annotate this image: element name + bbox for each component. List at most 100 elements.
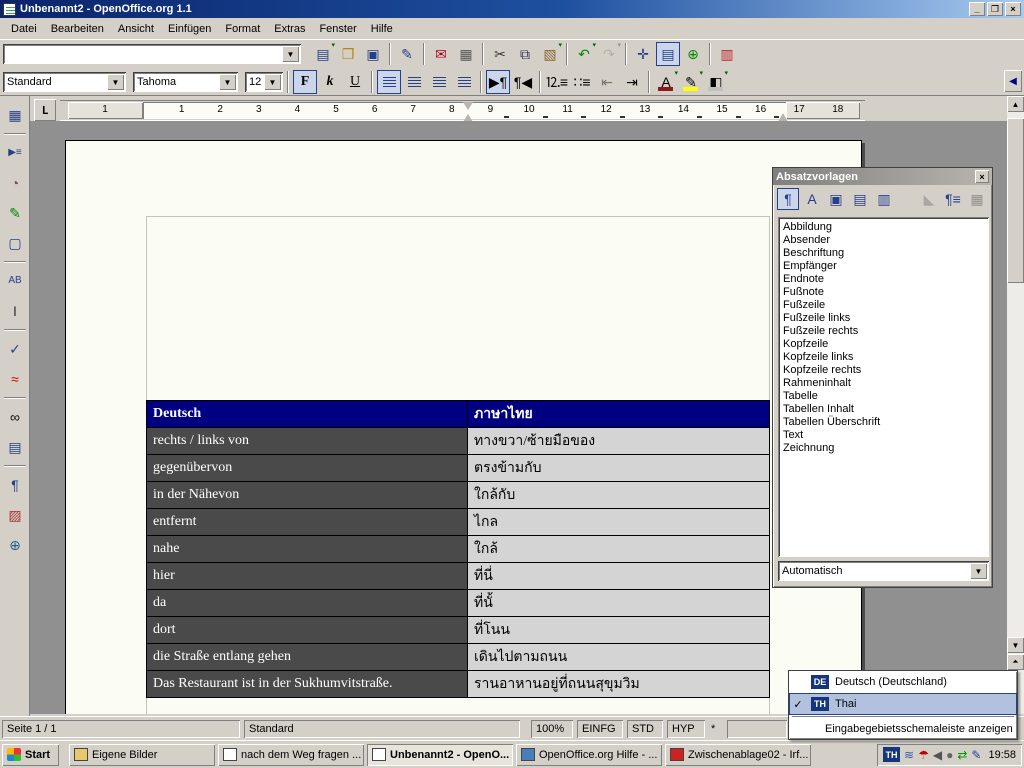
openoffice-quickstart-icon[interactable]: ≋: [904, 749, 914, 761]
rtl-button[interactable]: ¶◀: [511, 70, 535, 94]
volume-icon[interactable]: ◀: [933, 749, 942, 761]
menu-item[interactable]: Hilfe: [364, 20, 400, 38]
vocabulary-table[interactable]: Deutsch ภาษาไทย rechts / links vonทางขวา…: [146, 400, 770, 698]
style-list[interactable]: AbbildungAbsenderBeschriftungEmpfängerEn…: [778, 217, 989, 557]
stylist-title-bar[interactable]: Absatzvorlagen ×: [773, 168, 992, 185]
cell-deutsch[interactable]: dort: [147, 617, 468, 644]
cell-thai[interactable]: ไกล: [468, 509, 770, 536]
table-row[interactable]: rechts / links vonทางขวา/ซ้ายมือของ: [147, 428, 770, 455]
style-list-item[interactable]: Fußzeile: [783, 299, 987, 312]
antivir-icon[interactable]: ☂: [918, 749, 929, 761]
cell-deutsch[interactable]: nahe: [147, 536, 468, 563]
autotext-icon[interactable]: AB: [2, 268, 28, 294]
stylist-icon[interactable]: ▤: [656, 42, 680, 66]
style-list-item[interactable]: Zeichnung: [783, 442, 987, 455]
chevron-down-icon[interactable]: ▼: [264, 74, 281, 90]
cell-deutsch[interactable]: in der Nähevon: [147, 482, 468, 509]
gallery-icon[interactable]: ⊕: [681, 42, 705, 66]
style-list-item[interactable]: Fußnote: [783, 286, 987, 299]
ltr-button[interactable]: ▶¶: [486, 70, 510, 94]
mail-document-icon[interactable]: ✉: [429, 42, 453, 66]
updater-icon[interactable]: ⇄: [957, 749, 967, 761]
style-list-item[interactable]: Beschriftung: [783, 247, 987, 260]
open-icon[interactable]: ❒: [336, 42, 360, 66]
print-icon[interactable]: ▦: [454, 42, 478, 66]
insert-object-icon[interactable]: ◔: [2, 170, 28, 196]
font-size-combobox[interactable]: 12 ▼: [245, 72, 283, 92]
cell-deutsch[interactable]: gegenübervon: [147, 455, 468, 482]
align-center-button[interactable]: [402, 70, 426, 94]
cell-deutsch[interactable]: hier: [147, 563, 468, 590]
cell-deutsch[interactable]: Das Restaurant ist in der Sukhumvitstraß…: [147, 671, 468, 698]
cell-thai[interactable]: ที่นี่: [468, 563, 770, 590]
cell-deutsch[interactable]: entfernt: [147, 509, 468, 536]
style-list-item[interactable]: Kopfzeile links: [783, 351, 987, 364]
bold-button[interactable]: F: [293, 70, 317, 94]
scrollbar-thumb[interactable]: [1007, 118, 1024, 283]
table-header-thai[interactable]: ภาษาไทย: [468, 401, 770, 428]
redo-icon[interactable]: ↷: [597, 42, 621, 66]
mouse-icon[interactable]: ●: [946, 749, 953, 761]
document-page[interactable]: Deutsch ภาษาไทย rechts / links vonทางขวา…: [65, 140, 862, 714]
cell-thai[interactable]: ตรงข้ามกับ: [468, 455, 770, 482]
menu-item[interactable]: Extras: [267, 20, 312, 38]
insert-icon[interactable]: ▶≡: [2, 140, 28, 166]
style-list-item[interactable]: Kopfzeile rechts: [783, 364, 987, 377]
table-row[interactable]: dortที่โนน: [147, 617, 770, 644]
save-icon[interactable]: ▣: [361, 42, 385, 66]
style-list-item[interactable]: Kopfzeile: [783, 338, 987, 351]
table-row[interactable]: gegenübervonตรงข้ามกับ: [147, 455, 770, 482]
table-row[interactable]: daที่นั้: [147, 590, 770, 617]
language-menu-item[interactable]: ✓ TH Thai: [789, 693, 1017, 715]
decrease-indent-button[interactable]: ⇤: [595, 70, 619, 94]
table-row[interactable]: Das Restaurant ist in der Sukhumvitstraß…: [147, 671, 770, 698]
tablet-icon[interactable]: ✎: [971, 749, 981, 761]
font-color-button[interactable]: A: [654, 70, 678, 94]
fill-format-icon[interactable]: ◣: [918, 188, 940, 210]
chevron-down-icon[interactable]: ▼: [282, 46, 299, 62]
minimize-button[interactable]: _: [969, 2, 985, 16]
cell-thai[interactable]: ทางขวา/ซ้ายมือของ: [468, 428, 770, 455]
cell-thai[interactable]: ใกล้: [468, 536, 770, 563]
table-row[interactable]: hierที่นี่: [147, 563, 770, 590]
cell-deutsch[interactable]: rechts / links von: [147, 428, 468, 455]
menu-item[interactable]: Datei: [4, 20, 44, 38]
paragraph-styles-icon[interactable]: ¶: [777, 188, 799, 210]
style-list-item[interactable]: Empfänger: [783, 260, 987, 273]
cell-deutsch[interactable]: da: [147, 590, 468, 617]
draw-functions-icon[interactable]: ✎: [2, 200, 28, 226]
numbered-list-button[interactable]: ⒓≡: [545, 70, 569, 94]
start-button[interactable]: Start: [2, 744, 59, 766]
taskbar-button[interactable]: Unbenannt2 - OpenO...: [367, 744, 513, 766]
new-document-icon[interactable]: ▤: [311, 42, 335, 66]
style-list-item[interactable]: Absender: [783, 234, 987, 247]
cut-icon[interactable]: ✂: [488, 42, 512, 66]
direct-cursor-icon[interactable]: I: [2, 298, 28, 324]
style-list-item[interactable]: Abbildung: [783, 221, 987, 234]
data-sources-icon[interactable]: ▤: [2, 434, 28, 460]
navigator-icon[interactable]: ✛: [631, 42, 655, 66]
underline-button[interactable]: U: [343, 70, 367, 94]
cell-thai[interactable]: ใกล้กับ: [468, 482, 770, 509]
form-functions-icon[interactable]: ▢: [2, 230, 28, 256]
show-input-locale-bar-item[interactable]: Eingabegebietsschemaleiste anzeigen: [789, 718, 1017, 740]
paste-icon[interactable]: ▧: [538, 42, 562, 66]
online-layout-icon[interactable]: ⊕: [2, 532, 28, 558]
align-left-button[interactable]: [377, 70, 401, 94]
scroll-down-icon[interactable]: ▼: [1007, 637, 1024, 653]
autospellcheck-icon[interactable]: ≈: [2, 366, 28, 392]
status-page-style[interactable]: Standard: [244, 720, 520, 738]
status-hyperlink-mode[interactable]: HYP: [667, 720, 705, 738]
align-right-button[interactable]: [427, 70, 451, 94]
update-style-icon[interactable]: ▦: [966, 188, 988, 210]
table-row[interactable]: die Straße entlang gehenเดินไปตามถนน: [147, 644, 770, 671]
cell-thai[interactable]: ที่นั้: [468, 590, 770, 617]
chevron-down-icon[interactable]: ▼: [219, 74, 236, 90]
status-page[interactable]: Seite 1 / 1: [2, 720, 240, 738]
edit-file-icon[interactable]: ✎: [395, 42, 419, 66]
status-zoom[interactable]: 100%: [531, 720, 573, 738]
language-indicator[interactable]: TH: [883, 747, 900, 762]
style-list-item[interactable]: Endnote: [783, 273, 987, 286]
find-replace-icon[interactable]: ∞: [2, 404, 28, 430]
close-icon[interactable]: ×: [975, 170, 989, 183]
